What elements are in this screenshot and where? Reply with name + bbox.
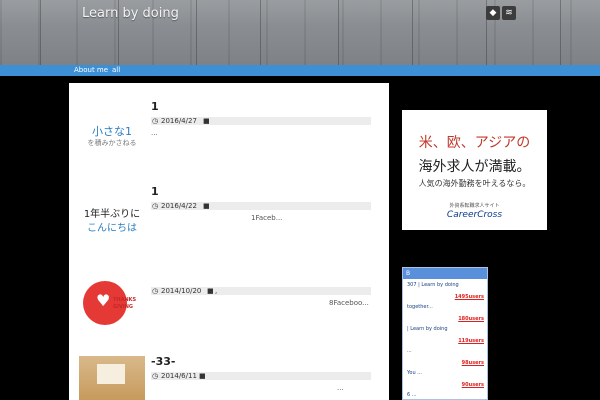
post-thumbnail[interactable] (79, 356, 145, 400)
ad-headline: 米、欧、アジアの (418, 135, 531, 151)
post-thumbnail[interactable]: 小さな1 を積みかさねる (79, 105, 145, 155)
post-date: 2014/6/11 (161, 372, 197, 380)
clock-icon: ◷ (152, 117, 159, 125)
post-meta: ◷ 2014/10/20 ■ , (151, 287, 371, 295)
widget-entry-users[interactable]: 1495users (455, 294, 484, 300)
ad-tagline: 人気の海外勤務を叶えるなら。 (418, 179, 531, 188)
post-title[interactable]: 1 (151, 100, 159, 113)
post-excerpt: 1Faceb... (251, 214, 283, 222)
post-title[interactable]: -33- (151, 355, 175, 368)
post-date: 2014/10/20 (161, 287, 202, 295)
thumb-text: THANKS (113, 297, 137, 303)
thumb-subtext: GIVING (113, 304, 133, 310)
post-thumbnail[interactable]: ♥ THANKS GIVING (79, 279, 145, 329)
post-date: 2016/4/27 (161, 117, 197, 125)
widget-title: B (403, 268, 487, 279)
post-meta: ◷ 2016/4/22 ■ (151, 202, 371, 210)
clock-icon: ◷ (152, 202, 159, 210)
widget-entry-link[interactable]: | Learn by doing (407, 326, 485, 332)
post-excerpt: 8Faceboo... (329, 299, 369, 307)
rss-icon[interactable]: ≋ (502, 6, 516, 20)
folder-icon: ■ (199, 372, 206, 380)
widget-entry-users[interactable]: 119users (458, 338, 484, 344)
widget-entry-link[interactable]: 307 | Learn by doing (407, 282, 485, 288)
nav-item-about-me[interactable]: About me (74, 66, 108, 75)
folder-icon: ■ (203, 117, 210, 125)
ad-subheadline: 海外求人が満載。 (418, 159, 531, 175)
post-thumbnail[interactable]: 1年半ぶりに こんにちは (79, 195, 145, 245)
post-meta: ◷ 2014/6/11 ■ (151, 372, 371, 380)
widget-entry-link[interactable]: You ... (407, 370, 485, 376)
post-category-suffix: , (215, 287, 218, 295)
heart-icon: ♥ (96, 291, 111, 310)
widget-entry-users[interactable]: 180users (458, 316, 484, 322)
thumb-subtext: を積みかさねる (87, 139, 137, 147)
thumb-text: 小さな1 (92, 125, 132, 138)
folder-icon: ■ (207, 287, 214, 295)
post-date: 2016/4/22 (161, 202, 197, 210)
site-title[interactable]: Learn by doing (82, 6, 179, 21)
site-header: Learn by doing ◆ ≋ (0, 0, 600, 65)
post-list: 小さな1 を積みかさねる 1 ◷ 2016/4/27 ■ ... 1年半ぶりに … (69, 83, 389, 400)
folder-icon: ■ (203, 202, 210, 210)
widget-entry-link[interactable]: 6 ... (407, 392, 485, 398)
feedly-icon[interactable]: ◆ (486, 6, 500, 20)
popular-entries-widget: B 307 | Learn by doing 1495users togethe… (402, 267, 488, 400)
thumb-sign (97, 364, 125, 384)
thumb-subtext: こんにちは (87, 223, 137, 234)
widget-entry-users[interactable]: 98users (462, 360, 484, 366)
widget-entry-link[interactable]: together... (407, 304, 485, 310)
widget-entry-link[interactable]: ... (407, 348, 485, 354)
post-excerpt: ... (151, 129, 158, 137)
clock-icon: ◷ (152, 287, 159, 295)
post-title[interactable]: 1 (151, 185, 159, 198)
post-meta: ◷ 2016/4/27 ■ (151, 117, 371, 125)
ad-caption: 外資系転職求人サイト (449, 203, 500, 209)
thumb-text: 1年半ぶりに (83, 209, 141, 220)
post-excerpt: ... (337, 384, 344, 392)
ad-brand: CareerCross (446, 210, 503, 220)
nav-item-all[interactable]: all (112, 66, 120, 75)
widget-entry-users[interactable]: 90users (462, 382, 484, 388)
main-nav: About me all (0, 65, 600, 76)
ad-banner[interactable]: 米、欧、アジアの 海外求人が満載。 人気の海外勤務を叶えるなら。 外資系転職求人… (402, 110, 547, 230)
clock-icon: ◷ (152, 372, 159, 380)
